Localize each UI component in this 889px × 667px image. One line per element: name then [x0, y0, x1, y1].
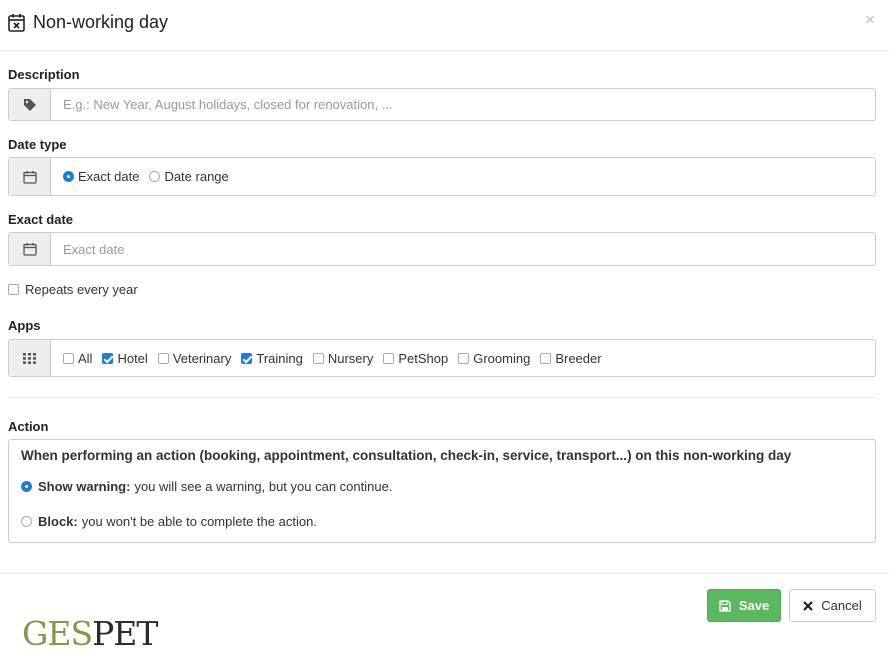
divider: [8, 397, 876, 398]
tag-icon: [23, 98, 36, 111]
app-all-checkbox[interactable]: [63, 352, 74, 364]
cancel-button-label: Cancel: [821, 598, 862, 613]
app-nursery-label: Nursery: [327, 350, 374, 366]
repeats-label: Repeats every year: [25, 282, 138, 297]
app-all[interactable]: All: [63, 351, 92, 366]
date-type-addon: [9, 158, 51, 195]
app-veterinary-checkbox[interactable]: [157, 352, 169, 364]
action-block-title: Block:: [38, 514, 78, 529]
app-breeder-checkbox[interactable]: [540, 352, 552, 364]
calendar-icon: [22, 170, 37, 184]
radio-date-range-indicator[interactable]: [149, 171, 161, 182]
app-petshop[interactable]: PetShop: [383, 351, 448, 366]
save-button-label: Save: [738, 598, 770, 613]
close-icon[interactable]: ×: [865, 10, 875, 30]
radio-block[interactable]: [21, 516, 32, 527]
radio-date-range-label: Date range: [164, 169, 229, 184]
app-nursery-checkbox[interactable]: [312, 352, 324, 364]
date-type-group: Exact date Date range: [8, 157, 876, 196]
apps-label: Apps: [8, 318, 41, 333]
description-addon: [9, 89, 51, 120]
app-hotel[interactable]: Hotel: [102, 350, 148, 366]
app-grooming[interactable]: Grooming: [458, 351, 530, 366]
radio-exact-date-indicator[interactable]: [63, 171, 74, 182]
description-input[interactable]: [51, 89, 875, 120]
exact-date-input[interactable]: [51, 233, 875, 265]
radio-show-warning[interactable]: [21, 481, 32, 492]
action-block[interactable]: Block: you won't be able to complete the…: [21, 514, 317, 529]
app-grooming-checkbox[interactable]: [458, 352, 470, 364]
app-nursery[interactable]: Nursery: [312, 350, 374, 366]
floppy-disk-icon: [719, 599, 731, 612]
calendar-x-icon: [8, 14, 25, 32]
radio-exact-date[interactable]: Exact date: [63, 169, 139, 184]
description-label: Description: [8, 67, 80, 82]
action-block-desc: you won't be able to complete the action…: [81, 514, 317, 529]
app-all-label: All: [78, 350, 93, 366]
app-training-checkbox[interactable]: [241, 352, 253, 364]
close-icon: [803, 600, 814, 611]
footer-divider: [0, 573, 889, 574]
logo-part2: PET: [92, 614, 158, 653]
grid-icon: [23, 352, 36, 364]
action-show-warning[interactable]: Show warning: you will see a warning, bu…: [21, 479, 392, 494]
apps-addon: [9, 340, 51, 376]
exact-date-label: Exact date: [8, 212, 74, 227]
save-button[interactable]: Save: [707, 589, 781, 622]
calendar-icon: [22, 243, 37, 256]
app-petshop-label: PetShop: [398, 350, 449, 366]
app-veterinary[interactable]: Veterinary: [157, 350, 232, 366]
radio-exact-date-label: Exact date: [78, 169, 140, 184]
description-group: [8, 88, 876, 121]
exact-date-group: [8, 232, 876, 266]
app-petshop-checkbox[interactable]: [383, 352, 395, 364]
action-label: Action: [8, 419, 49, 434]
action-show-warning-title: Show warning:: [38, 479, 131, 494]
action-show-warning-desc: you will see a warning, but you can cont…: [134, 479, 393, 494]
app-hotel-label: Hotel: [117, 350, 148, 366]
app-training[interactable]: Training: [241, 350, 303, 366]
gespet-logo: GESPET: [22, 614, 158, 653]
modal-header: Non-working day ×: [0, 0, 889, 51]
cancel-button[interactable]: Cancel: [789, 589, 876, 622]
action-box: When performing an action (booking, appo…: [8, 439, 876, 543]
modal-title: Non-working day: [33, 12, 169, 32]
app-grooming-label: Grooming: [473, 350, 531, 366]
apps-group: All Hotel Veterinary Training Nursery Pe…: [8, 339, 876, 377]
repeats-every-year[interactable]: Repeats every year: [8, 282, 138, 297]
app-breeder[interactable]: Breeder: [540, 350, 602, 366]
exact-date-addon: [9, 233, 51, 265]
app-hotel-checkbox[interactable]: [102, 352, 114, 364]
app-training-label: Training: [256, 350, 303, 366]
date-type-label: Date type: [8, 137, 67, 152]
repeats-checkbox[interactable]: [8, 284, 19, 295]
radio-date-range[interactable]: Date range: [149, 169, 229, 184]
logo-part1: GES: [22, 614, 93, 653]
app-breeder-label: Breeder: [555, 350, 602, 366]
action-intro: When performing an action (booking, appo…: [21, 448, 792, 463]
app-veterinary-label: Veterinary: [172, 350, 232, 366]
